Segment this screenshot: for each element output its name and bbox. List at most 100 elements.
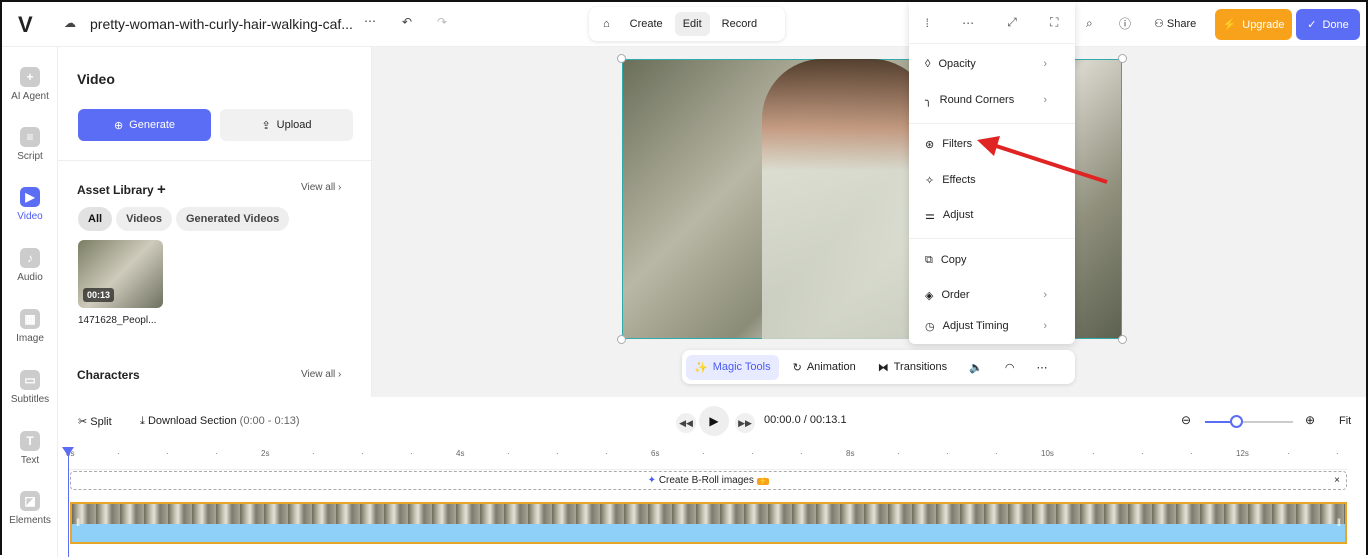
mode-create[interactable]: Create bbox=[622, 12, 671, 36]
rail-audio[interactable]: ♪ Audio bbox=[2, 248, 58, 283]
subtitles-icon: ▭ bbox=[20, 370, 40, 390]
chevron-right-icon: › bbox=[1043, 94, 1047, 106]
magic-label: Magic Tools bbox=[712, 361, 771, 373]
help-icon[interactable]: ⓘ bbox=[1119, 15, 1131, 32]
play-button[interactable]: ▶ bbox=[699, 406, 729, 436]
tick-mark: · bbox=[312, 449, 315, 458]
video-clip[interactable]: ‖ ‖ bbox=[70, 502, 1347, 544]
playhead-handle[interactable] bbox=[62, 447, 74, 456]
divider bbox=[58, 160, 372, 161]
menu-adjust[interactable]: ⚌ Adjust bbox=[909, 200, 1075, 230]
zoom-slider[interactable] bbox=[1205, 415, 1293, 428]
elements-icon: ◪ bbox=[20, 491, 40, 511]
split-label: Split bbox=[90, 416, 112, 428]
rail-script[interactable]: ≡ Script bbox=[2, 127, 58, 162]
top-bar: V ☁ pretty-woman-with-curly-hair-walking… bbox=[2, 2, 1366, 47]
tick-label: 2s bbox=[261, 449, 270, 458]
filter-generated-videos[interactable]: Generated Videos bbox=[175, 207, 290, 231]
rail-text[interactable]: T Text bbox=[2, 431, 58, 466]
menu-adjust-timing[interactable]: ◷ Adjust Timing › bbox=[909, 313, 1075, 339]
split-button[interactable]: ✂ Split bbox=[78, 415, 112, 428]
filter-all[interactable]: All bbox=[78, 207, 113, 231]
align-horizontal-icon[interactable]: ⋯ bbox=[962, 16, 974, 30]
rail-label: Subtitles bbox=[10, 394, 50, 405]
app-logo[interactable]: V bbox=[18, 12, 33, 38]
resize-handle[interactable] bbox=[1118, 54, 1127, 63]
video-subject bbox=[762, 59, 932, 339]
tick-mark: · bbox=[117, 449, 120, 458]
text-icon: T bbox=[20, 431, 40, 451]
divider bbox=[69, 469, 1347, 470]
filter-videos[interactable]: Videos bbox=[116, 207, 172, 231]
playhead[interactable] bbox=[62, 447, 74, 557]
tick-mark: · bbox=[995, 449, 998, 458]
close-icon[interactable]: × bbox=[1334, 472, 1340, 489]
more-icon[interactable]: ⋯ bbox=[1028, 355, 1055, 380]
zoom-in-icon[interactable]: ⊕ bbox=[1305, 413, 1315, 427]
mode-record[interactable]: Record bbox=[714, 12, 765, 36]
current-time: 00:00.0 bbox=[764, 414, 801, 426]
menu-label: Effects bbox=[942, 174, 976, 186]
mode-edit[interactable]: Edit bbox=[674, 12, 710, 36]
menu-label: Adjust bbox=[942, 209, 974, 221]
upgrade-button[interactable]: ⚡ Upgrade bbox=[1215, 9, 1292, 40]
asset-view-all[interactable]: View all › bbox=[301, 182, 341, 193]
redo-icon[interactable]: ↷ bbox=[437, 15, 447, 29]
rail-subtitles[interactable]: ▭ Subtitles bbox=[2, 370, 58, 405]
tick-mark: · bbox=[361, 449, 364, 458]
more-icon[interactable]: ⋯ bbox=[364, 14, 376, 28]
speed-icon[interactable]: ◠ bbox=[997, 355, 1023, 380]
upload-button[interactable]: ⇪ Upload bbox=[220, 109, 353, 141]
resize-handle[interactable] bbox=[617, 54, 626, 63]
menu-round-corners[interactable]: ╮ Round Corners › bbox=[909, 85, 1075, 115]
done-label: Done bbox=[1322, 18, 1349, 31]
check-icon: ✓ bbox=[1307, 19, 1317, 31]
rail-label: Script bbox=[17, 151, 43, 162]
view-all-label: View all bbox=[301, 369, 336, 380]
menu-label: Round Corners bbox=[939, 94, 1015, 106]
expand-icon[interactable]: ⤢ bbox=[1007, 15, 1017, 30]
chevron-right-icon: › bbox=[1043, 320, 1047, 332]
menu-order[interactable]: ◈ Order › bbox=[909, 280, 1075, 310]
trim-handle-right[interactable]: ‖ bbox=[1337, 518, 1341, 529]
undo-icon[interactable]: ↶ bbox=[402, 15, 412, 29]
volume-icon[interactable]: 🔈 bbox=[961, 355, 991, 380]
transitions-button[interactable]: ⧓ Transitions bbox=[870, 355, 955, 380]
search-icon[interactable]: ⌕ bbox=[1086, 16, 1093, 31]
menu-opacity[interactable]: ◊ Opacity › bbox=[909, 49, 1075, 79]
generate-button[interactable]: ⊕ Generate bbox=[78, 109, 211, 141]
trim-handle-left[interactable]: ‖ bbox=[76, 518, 80, 529]
animation-button[interactable]: ↻ Animation bbox=[785, 355, 864, 380]
share-button[interactable]: ⚇ Share bbox=[1154, 17, 1196, 30]
rewind-icon[interactable]: ◀◀ bbox=[676, 413, 696, 433]
menu-label: Adjust Timing bbox=[942, 320, 1009, 332]
fit-button[interactable]: Fit bbox=[1339, 415, 1351, 427]
done-button[interactable]: ✓ Done bbox=[1296, 9, 1360, 40]
menu-label: Order bbox=[941, 289, 970, 301]
fullscreen-icon[interactable]: ⛶ bbox=[1050, 15, 1058, 30]
add-icon[interactable]: + bbox=[157, 181, 166, 198]
share-label: Share bbox=[1166, 18, 1197, 30]
project-title[interactable]: pretty-woman-with-curly-hair-walking-caf… bbox=[90, 16, 353, 32]
clip-thumbnails bbox=[72, 504, 1345, 524]
home-icon[interactable]: ⌂ bbox=[595, 12, 618, 36]
resize-handle[interactable] bbox=[1118, 335, 1127, 344]
resize-handle[interactable] bbox=[617, 335, 626, 344]
rail-image[interactable]: ▦ Image bbox=[2, 309, 58, 344]
forward-icon[interactable]: ▶▶ bbox=[735, 413, 755, 433]
rail-ai-agent[interactable]: + AI Agent bbox=[2, 67, 58, 102]
mode-switcher: ⌂ Create Edit Record bbox=[589, 7, 785, 41]
tick-label: 6s bbox=[651, 449, 660, 458]
zoom-slider-thumb[interactable] bbox=[1229, 415, 1243, 428]
zoom-out-icon[interactable]: ⊖ bbox=[1181, 413, 1191, 427]
characters-view-all[interactable]: View all › bbox=[301, 369, 341, 380]
asset-thumbnail[interactable]: 00:13 bbox=[78, 240, 163, 308]
rail-elements[interactable]: ◪ Elements bbox=[2, 491, 58, 526]
rail-video[interactable]: ▶ Video bbox=[2, 187, 58, 222]
align-vertical-icon[interactable]: ⁞ bbox=[926, 16, 929, 30]
menu-copy[interactable]: ⧉ Copy bbox=[909, 245, 1075, 275]
magic-tools-button[interactable]: ✨ Magic Tools bbox=[686, 354, 779, 380]
download-section-button[interactable]: ⤓ Download Section (0:00 - 0:13) bbox=[140, 415, 300, 428]
broll-track[interactable]: ✦ Create B-Roll images ⚡ × bbox=[70, 471, 1347, 490]
download-range: (0:00 - 0:13) bbox=[239, 415, 300, 427]
